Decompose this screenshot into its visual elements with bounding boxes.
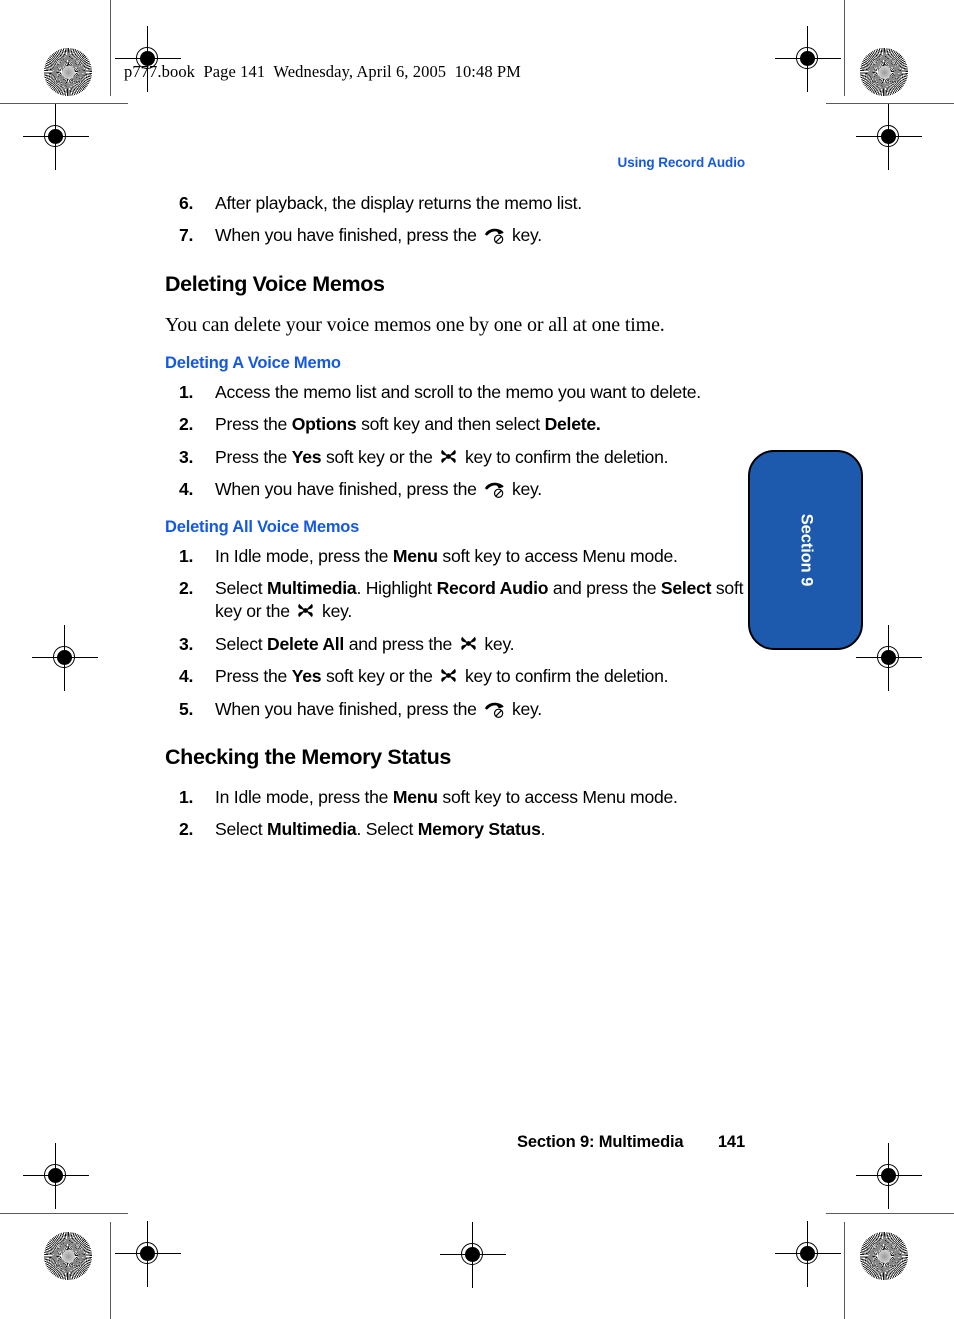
step-number: 3.: [179, 633, 194, 654]
end-call-key-icon: [483, 479, 505, 499]
trim-line-top-left: [0, 103, 128, 104]
trim-line-bottom-left: [0, 1213, 128, 1214]
subheading-deleting-all-voice-memos: Deleting All Voice Memos: [165, 517, 360, 536]
trim-line-left-bottom: [110, 1222, 111, 1319]
numbered-step: 2. Press the Options soft key and then se…: [165, 413, 745, 436]
end-call-key-icon: [483, 225, 505, 245]
registration-target-bottom-right-inner: [856, 1143, 922, 1209]
registration-target-mid-left: [32, 625, 98, 691]
page-content: Using Record Audio 6. After playback, the…: [165, 155, 745, 850]
trim-line-left-top: [110, 0, 111, 96]
section-title-checking-memory-status: Checking the Memory Status: [165, 744, 451, 769]
ok-select-key-icon: [459, 634, 478, 653]
step-number: 5.: [179, 698, 194, 719]
step-text: Press the Options soft key and then sele…: [215, 414, 601, 435]
step-number: 2.: [179, 577, 194, 598]
numbered-step: 3. Select Delete All and press the key.: [165, 633, 745, 656]
step-number: 6.: [179, 193, 194, 213]
trim-line-top-right: [826, 103, 954, 104]
numbered-step: 6. After playback, the display returns th…: [165, 192, 745, 215]
trim-line-right-bottom: [844, 1222, 845, 1319]
registration-target-top-left-inner: [23, 104, 89, 170]
step-number: 4.: [179, 666, 194, 687]
registration-starburst-top-right: [860, 48, 908, 96]
steps-list-continued: 6. After playback, the display returns th…: [165, 192, 745, 248]
trim-line-right-top: [844, 0, 845, 96]
step-text: Press the Yes soft key or the key to con…: [215, 446, 669, 467]
page-title: Deleting Voice Memos: [165, 271, 385, 296]
numbered-step: 1. Access the memo list and scroll to the…: [165, 381, 745, 404]
step-text: When you have finished, press the key.: [215, 225, 542, 246]
steps-list-deleting-a-voice-memo: 1. Access the memo list and scroll to the…: [165, 381, 745, 502]
numbered-step: 2. Select Multimedia. Highlight Record Au…: [165, 577, 745, 624]
intro-paragraph: You can delete your voice memos one by o…: [165, 313, 665, 336]
step-text: When you have finished, press the key.: [215, 698, 542, 719]
step-text: When you have finished, press the key.: [215, 479, 542, 500]
ok-select-key-icon: [296, 601, 315, 620]
step-number: 1.: [179, 382, 194, 403]
running-header: Using Record Audio: [617, 155, 746, 170]
step-text: After playback, the display returns the …: [215, 193, 582, 213]
trim-line-bottom-right: [826, 1213, 954, 1214]
section-thumb-tab: Section 9: [748, 450, 863, 650]
step-text: Select Multimedia. Select Memory Status.: [215, 819, 546, 840]
numbered-step: 5. When you have finished, press the key.: [165, 698, 745, 721]
numbered-step: 1. In Idle mode, press the Menu soft key …: [165, 786, 745, 809]
footer-section-title: Section 9: Multimedia: [517, 1133, 684, 1151]
registration-starburst-bottom-left: [44, 1232, 92, 1280]
registration-starburst-bottom-right: [860, 1232, 908, 1280]
step-text: Select Multimedia. Highlight Record Audi…: [215, 577, 744, 622]
step-text: In Idle mode, press the Menu soft key to…: [215, 545, 678, 566]
step-number: 3.: [179, 446, 194, 467]
numbered-step: 1. In Idle mode, press the Menu soft key …: [165, 545, 745, 568]
numbered-step: 2. Select Multimedia. Select Memory Statu…: [165, 818, 745, 841]
step-text: Access the memo list and scroll to the m…: [215, 382, 701, 403]
steps-list-deleting-all-voice-memos: 1. In Idle mode, press the Menu soft key …: [165, 545, 745, 721]
registration-target-top-right: [775, 26, 841, 92]
registration-target-top-right-inner: [856, 104, 922, 170]
step-number: 2.: [179, 819, 194, 840]
numbered-step: 4. Press the Yes soft key or the key to c…: [165, 665, 745, 688]
section-tab-label: Section 9: [797, 513, 815, 587]
step-number: 7.: [179, 225, 194, 246]
print-file-header: p777.book Page 141 Wednesday, April 6, 2…: [124, 62, 521, 81]
page-footer: Section 9: Multimedia 141: [165, 1133, 745, 1152]
steps-list-checking-memory-status: 1. In Idle mode, press the Menu soft key …: [165, 786, 745, 842]
manual-page: p777.book Page 141 Wednesday, April 6, 2…: [0, 0, 954, 1319]
registration-target-bottom-left: [115, 1221, 181, 1287]
ok-select-key-icon: [439, 666, 458, 685]
step-text: In Idle mode, press the Menu soft key to…: [215, 786, 678, 807]
step-text: Press the Yes soft key or the key to con…: [215, 666, 669, 687]
registration-target-bottom-left-inner: [23, 1143, 89, 1209]
step-text: Select Delete All and press the key.: [215, 633, 515, 654]
numbered-step: 7. When you have finished, press the key.: [165, 224, 745, 247]
registration-target-mid-right: [856, 625, 922, 691]
registration-starburst-top-left: [44, 48, 92, 96]
step-number: 1.: [179, 786, 194, 807]
footer-page-number: 141: [717, 1133, 745, 1151]
ok-select-key-icon: [439, 447, 458, 466]
step-number: 2.: [179, 414, 194, 435]
numbered-step: 3. Press the Yes soft key or the key to c…: [165, 446, 745, 469]
registration-target-bottom-center: [440, 1222, 506, 1288]
registration-target-bottom-right: [775, 1221, 841, 1287]
step-number: 4.: [179, 479, 194, 500]
step-number: 1.: [179, 545, 194, 566]
end-call-key-icon: [483, 699, 505, 718]
subheading-deleting-a-voice-memo: Deleting A Voice Memo: [165, 354, 341, 373]
numbered-step: 4. When you have finished, press the key.: [165, 478, 745, 501]
